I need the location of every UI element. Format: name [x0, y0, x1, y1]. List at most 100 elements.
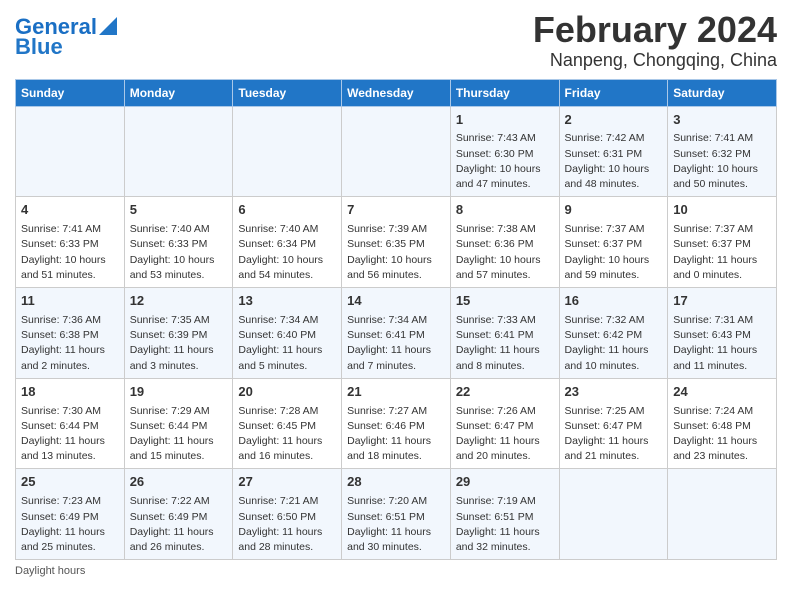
- calendar-cell: 10 Sunrise: 7:37 AM Sunset: 6:37 PM Dayli…: [668, 197, 777, 288]
- calendar-week-row: 11Sunrise: 7:36 AM Sunset: 6:38 PM Dayli…: [16, 288, 777, 379]
- calendar-day-header: Friday: [559, 79, 668, 106]
- calendar-cell: 13 Sunrise: 7:34 AM Sunset: 6:40 PM Dayli…: [233, 288, 342, 379]
- day-info: Sunrise: 7:43 AM Sunset: 6:30 PM Dayligh…: [456, 131, 554, 192]
- day-number: 3: [673, 111, 771, 130]
- calendar-cell: [233, 106, 342, 197]
- day-info: Sunrise: 7:34 AM Sunset: 6:40 PM Dayligh…: [238, 313, 336, 374]
- calendar-cell: 23 Sunrise: 7:25 AM Sunset: 6:47 PM Dayli…: [559, 378, 668, 469]
- calendar-cell: 22 Sunrise: 7:26 AM Sunset: 6:47 PM Dayli…: [450, 378, 559, 469]
- day-number: 25: [21, 473, 119, 492]
- day-number: 19: [130, 383, 228, 402]
- day-number: 1: [456, 111, 554, 130]
- calendar-cell: 1Sunrise: 7:43 AM Sunset: 6:30 PM Daylig…: [450, 106, 559, 197]
- day-info: Sunrise: 7:39 AM Sunset: 6:35 PM Dayligh…: [347, 222, 445, 283]
- calendar-header-row: SundayMondayTuesdayWednesdayThursdayFrid…: [16, 79, 777, 106]
- day-info: Sunrise: 7:25 AM Sunset: 6:47 PM Dayligh…: [565, 404, 663, 465]
- logo-arrow-icon: [99, 13, 117, 35]
- calendar-cell: [559, 469, 668, 560]
- day-number: 23: [565, 383, 663, 402]
- calendar-cell: 9Sunrise: 7:37 AM Sunset: 6:37 PM Daylig…: [559, 197, 668, 288]
- calendar-cell: 12Sunrise: 7:35 AM Sunset: 6:39 PM Dayli…: [124, 288, 233, 379]
- day-info: Sunrise: 7:37 AM Sunset: 6:37 PM Dayligh…: [673, 222, 771, 283]
- day-info: Sunrise: 7:22 AM Sunset: 6:49 PM Dayligh…: [130, 494, 228, 555]
- logo: General Blue: [15, 15, 117, 59]
- calendar-cell: 28Sunrise: 7:20 AM Sunset: 6:51 PM Dayli…: [342, 469, 451, 560]
- day-info: Sunrise: 7:20 AM Sunset: 6:51 PM Dayligh…: [347, 494, 445, 555]
- calendar-cell: 18 Sunrise: 7:30 AM Sunset: 6:44 PM Dayli…: [16, 378, 125, 469]
- calendar-cell: 24 Sunrise: 7:24 AM Sunset: 6:48 PM Dayli…: [668, 378, 777, 469]
- calendar-cell: 17 Sunrise: 7:31 AM Sunset: 6:43 PM Dayli…: [668, 288, 777, 379]
- day-number: 2: [565, 111, 663, 130]
- day-number: 21: [347, 383, 445, 402]
- calendar-cell: 6 Sunrise: 7:40 AM Sunset: 6:34 PM Daylig…: [233, 197, 342, 288]
- month-title: February 2024: [533, 10, 777, 50]
- day-number: 16: [565, 292, 663, 311]
- calendar-day-header: Wednesday: [342, 79, 451, 106]
- calendar-week-row: 4Sunrise: 7:41 AM Sunset: 6:33 PM Daylig…: [16, 197, 777, 288]
- header: General Blue February 2024 Nanpeng, Chon…: [15, 10, 777, 71]
- day-number: 26: [130, 473, 228, 492]
- day-info: Sunrise: 7:34 AM Sunset: 6:41 PM Dayligh…: [347, 313, 445, 374]
- calendar-cell: [124, 106, 233, 197]
- calendar-week-row: 18 Sunrise: 7:30 AM Sunset: 6:44 PM Dayli…: [16, 378, 777, 469]
- calendar-cell: 21 Sunrise: 7:27 AM Sunset: 6:46 PM Dayli…: [342, 378, 451, 469]
- day-number: 5: [130, 201, 228, 220]
- day-info: Sunrise: 7:19 AM Sunset: 6:51 PM Dayligh…: [456, 494, 554, 555]
- calendar-day-header: Saturday: [668, 79, 777, 106]
- calendar-cell: 19 Sunrise: 7:29 AM Sunset: 6:44 PM Dayli…: [124, 378, 233, 469]
- calendar-cell: 5 Sunrise: 7:40 AM Sunset: 6:33 PM Daylig…: [124, 197, 233, 288]
- day-info: Sunrise: 7:33 AM Sunset: 6:41 PM Dayligh…: [456, 313, 554, 374]
- calendar-cell: 14 Sunrise: 7:34 AM Sunset: 6:41 PM Dayli…: [342, 288, 451, 379]
- day-number: 22: [456, 383, 554, 402]
- day-info: Sunrise: 7:27 AM Sunset: 6:46 PM Dayligh…: [347, 404, 445, 465]
- footer-note: Daylight hours: [15, 565, 777, 577]
- calendar-cell: 26 Sunrise: 7:22 AM Sunset: 6:49 PM Dayli…: [124, 469, 233, 560]
- day-number: 27: [238, 473, 336, 492]
- day-info: Sunrise: 7:29 AM Sunset: 6:44 PM Dayligh…: [130, 404, 228, 465]
- day-number: 6: [238, 201, 336, 220]
- day-info: Sunrise: 7:23 AM Sunset: 6:49 PM Dayligh…: [21, 494, 119, 555]
- day-info: Sunrise: 7:42 AM Sunset: 6:31 PM Dayligh…: [565, 131, 663, 192]
- calendar-cell: 2Sunrise: 7:42 AM Sunset: 6:31 PM Daylig…: [559, 106, 668, 197]
- day-info: Sunrise: 7:40 AM Sunset: 6:33 PM Dayligh…: [130, 222, 228, 283]
- day-number: 13: [238, 292, 336, 311]
- day-info: Sunrise: 7:32 AM Sunset: 6:42 PM Dayligh…: [565, 313, 663, 374]
- day-number: 15: [456, 292, 554, 311]
- day-info: Sunrise: 7:31 AM Sunset: 6:43 PM Dayligh…: [673, 313, 771, 374]
- calendar-cell: 20 Sunrise: 7:28 AM Sunset: 6:45 PM Dayli…: [233, 378, 342, 469]
- calendar-cell: 8 Sunrise: 7:38 AM Sunset: 6:36 PM Daylig…: [450, 197, 559, 288]
- logo-blue-text: Blue: [15, 35, 63, 59]
- calendar-table: SundayMondayTuesdayWednesdayThursdayFrid…: [15, 79, 777, 561]
- day-info: Sunrise: 7:38 AM Sunset: 6:36 PM Dayligh…: [456, 222, 554, 283]
- calendar-cell: 29Sunrise: 7:19 AM Sunset: 6:51 PM Dayli…: [450, 469, 559, 560]
- day-number: 18: [21, 383, 119, 402]
- day-number: 24: [673, 383, 771, 402]
- day-info: Sunrise: 7:35 AM Sunset: 6:39 PM Dayligh…: [130, 313, 228, 374]
- day-number: 14: [347, 292, 445, 311]
- day-info: Sunrise: 7:26 AM Sunset: 6:47 PM Dayligh…: [456, 404, 554, 465]
- calendar-day-header: Monday: [124, 79, 233, 106]
- day-info: Sunrise: 7:30 AM Sunset: 6:44 PM Dayligh…: [21, 404, 119, 465]
- calendar-cell: [668, 469, 777, 560]
- day-number: 4: [21, 201, 119, 220]
- calendar-cell: [16, 106, 125, 197]
- day-number: 7: [347, 201, 445, 220]
- calendar-cell: [342, 106, 451, 197]
- day-number: 10: [673, 201, 771, 220]
- calendar-day-header: Thursday: [450, 79, 559, 106]
- calendar-day-header: Sunday: [16, 79, 125, 106]
- day-info: Sunrise: 7:41 AM Sunset: 6:32 PM Dayligh…: [673, 131, 771, 192]
- day-number: 20: [238, 383, 336, 402]
- day-number: 17: [673, 292, 771, 311]
- day-info: Sunrise: 7:24 AM Sunset: 6:48 PM Dayligh…: [673, 404, 771, 465]
- calendar-cell: 3Sunrise: 7:41 AM Sunset: 6:32 PM Daylig…: [668, 106, 777, 197]
- calendar-cell: 16 Sunrise: 7:32 AM Sunset: 6:42 PM Dayli…: [559, 288, 668, 379]
- day-number: 8: [456, 201, 554, 220]
- title-block: February 2024 Nanpeng, Chongqing, China: [533, 10, 777, 71]
- day-info: Sunrise: 7:28 AM Sunset: 6:45 PM Dayligh…: [238, 404, 336, 465]
- day-info: Sunrise: 7:40 AM Sunset: 6:34 PM Dayligh…: [238, 222, 336, 283]
- calendar-cell: 27 Sunrise: 7:21 AM Sunset: 6:50 PM Dayli…: [233, 469, 342, 560]
- day-info: Sunrise: 7:36 AM Sunset: 6:38 PM Dayligh…: [21, 313, 119, 374]
- location-title: Nanpeng, Chongqing, China: [533, 50, 777, 71]
- day-info: Sunrise: 7:21 AM Sunset: 6:50 PM Dayligh…: [238, 494, 336, 555]
